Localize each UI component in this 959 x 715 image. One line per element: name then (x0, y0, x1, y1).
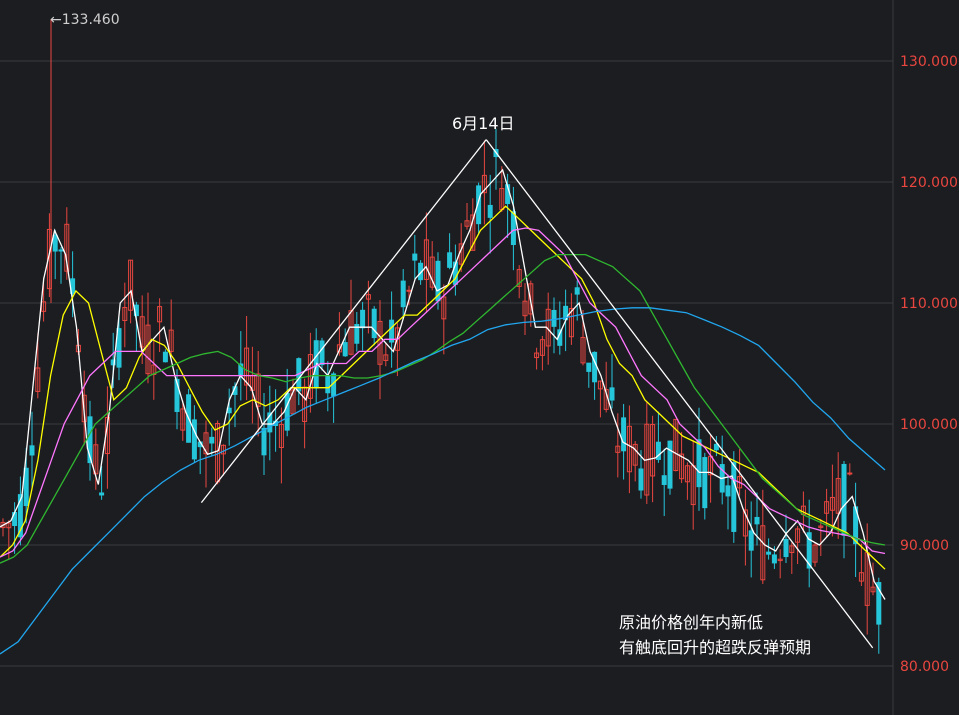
y-tick-label: 80.000 (900, 659, 949, 675)
peak-date-label: 6月14日 (452, 114, 515, 133)
note-line-2: 有触底回升的超跌反弹预期 (619, 638, 811, 657)
y-tick-label: 90.000 (900, 538, 949, 554)
chart-background (0, 0, 959, 715)
y-tick-label: 120.000 (900, 175, 958, 191)
price-chart: 80.000 90.000 100.000 110.000 120.000 130.000… (0, 0, 959, 715)
y-tick-label: 110.000 (900, 296, 958, 312)
y-tick-label: 100.000 (900, 417, 958, 433)
note-line-1: 原油价格创年内新低 (619, 613, 763, 632)
y-tick-label: 130.000 (900, 54, 958, 70)
max-price-label: ←133.460 (50, 12, 120, 28)
